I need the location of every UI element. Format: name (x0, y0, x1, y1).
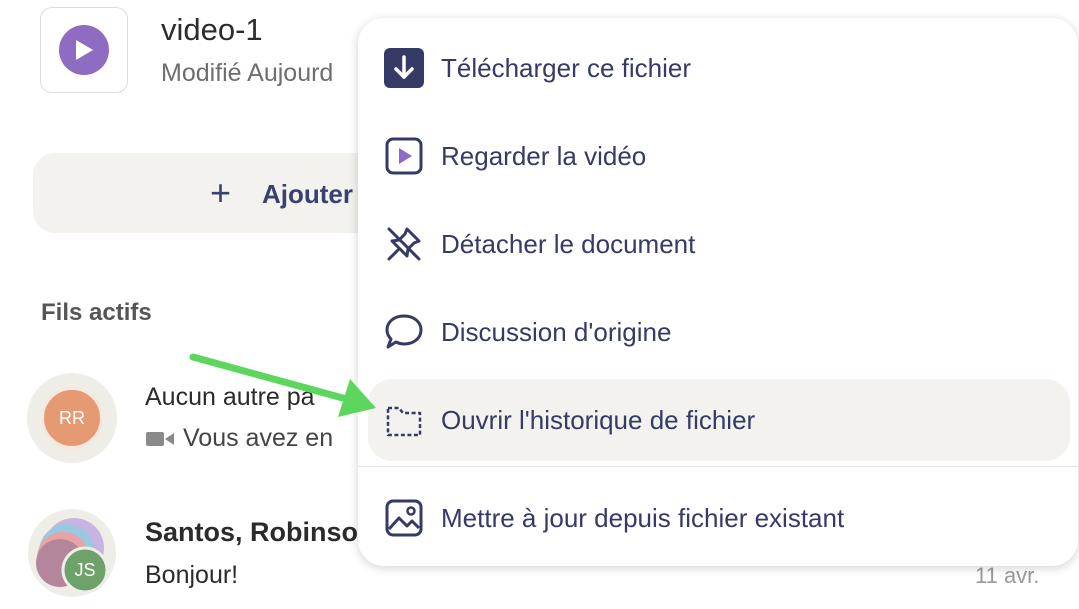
annotation-arrow (189, 353, 376, 417)
